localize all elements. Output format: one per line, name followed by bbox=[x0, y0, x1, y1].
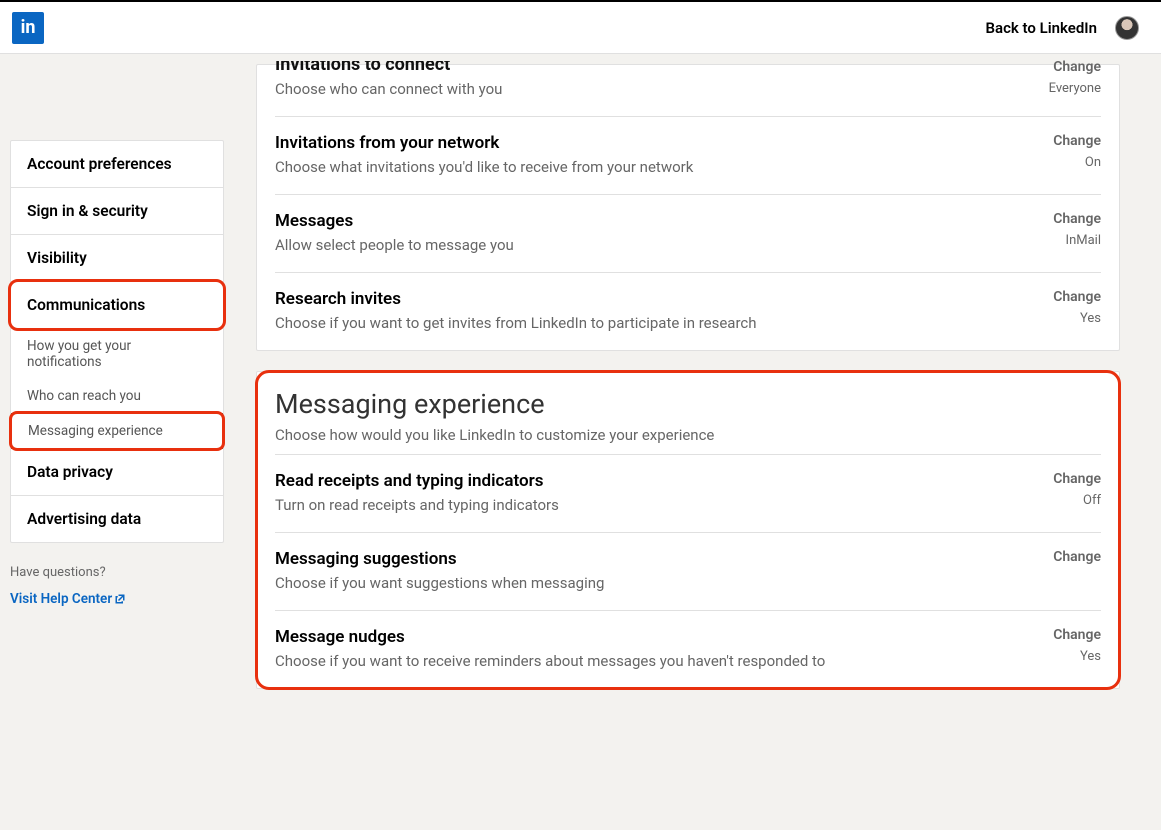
setting-research-invites[interactable]: Research invites Choose if you want to g… bbox=[275, 272, 1101, 350]
sidebar-item-advertising-data[interactable]: Advertising data bbox=[11, 496, 223, 542]
sidebar-nav: Account preferences Sign in & security V… bbox=[10, 140, 224, 543]
external-link-icon bbox=[114, 593, 126, 605]
change-link[interactable]: Change bbox=[1053, 211, 1101, 227]
setting-right: Change On bbox=[1053, 133, 1101, 170]
section-subtitle: Choose how would you like LinkedIn to cu… bbox=[275, 426, 1101, 444]
sidebar-item-data-privacy[interactable]: Data privacy bbox=[11, 449, 223, 496]
setting-value: On bbox=[1053, 155, 1101, 170]
help-section: Have questions? Visit Help Center bbox=[10, 565, 224, 607]
change-link[interactable]: Change bbox=[1053, 133, 1101, 149]
setting-right: Change Off bbox=[1053, 471, 1101, 508]
setting-title: Messages bbox=[275, 211, 1033, 231]
help-question: Have questions? bbox=[10, 565, 224, 580]
setting-value: Yes bbox=[1053, 649, 1101, 664]
sidebar-subitem-messaging-experience[interactable]: Messaging experience bbox=[11, 413, 223, 449]
setting-title: Invitations from your network bbox=[275, 133, 1033, 153]
section-header: Messaging experience Choose how would yo… bbox=[275, 372, 1101, 454]
setting-title: Read receipts and typing indicators bbox=[275, 471, 1033, 491]
change-link[interactable]: Change bbox=[1053, 627, 1101, 643]
setting-title: Message nudges bbox=[275, 627, 1033, 647]
main-content: Invitations to connect Choose who can co… bbox=[256, 64, 1120, 709]
sidebar-item-account-preferences[interactable]: Account preferences bbox=[11, 141, 223, 188]
setting-invitations-network[interactable]: Invitations from your network Choose wha… bbox=[275, 116, 1101, 194]
section-title: Messaging experience bbox=[275, 388, 1101, 420]
setting-desc: Choose if you want to receive reminders … bbox=[275, 651, 1033, 672]
setting-left: Choose who can connect with you bbox=[275, 79, 1049, 100]
sidebar-item-sign-in-security[interactable]: Sign in & security bbox=[11, 188, 223, 235]
sidebar-subitem-notifications[interactable]: How you get your notifications bbox=[11, 329, 223, 379]
setting-right: Change Yes bbox=[1053, 289, 1101, 326]
topbar: in Back to LinkedIn bbox=[0, 0, 1161, 54]
linkedin-logo[interactable]: in bbox=[12, 12, 44, 44]
setting-left: Invitations from your network Choose wha… bbox=[275, 133, 1053, 178]
setting-right: Change bbox=[1053, 549, 1101, 571]
setting-value: Everyone bbox=[1049, 81, 1101, 96]
setting-messaging-suggestions[interactable]: Messaging suggestions Choose if you want… bbox=[275, 532, 1101, 610]
change-link[interactable]: Change bbox=[1053, 549, 1101, 565]
setting-left: Messages Allow select people to message … bbox=[275, 211, 1053, 256]
setting-desc: Choose if you want to get invites from L… bbox=[275, 313, 1033, 334]
setting-message-nudges[interactable]: Message nudges Choose if you want to rec… bbox=[275, 610, 1101, 688]
avatar[interactable] bbox=[1115, 16, 1139, 40]
change-link[interactable]: Change bbox=[1053, 289, 1101, 305]
setting-title: Research invites bbox=[275, 289, 1033, 309]
setting-left: Messaging suggestions Choose if you want… bbox=[275, 549, 1053, 594]
setting-value: Yes bbox=[1053, 311, 1101, 326]
setting-desc: Choose if you want suggestions when mess… bbox=[275, 573, 1033, 594]
back-to-linkedin-link[interactable]: Back to LinkedIn bbox=[986, 19, 1097, 37]
sidebar: Account preferences Sign in & security V… bbox=[10, 64, 224, 709]
setting-left: Message nudges Choose if you want to rec… bbox=[275, 627, 1053, 672]
change-link[interactable]: Change bbox=[1053, 471, 1101, 487]
setting-title: Messaging suggestions bbox=[275, 549, 1033, 569]
setting-read-receipts[interactable]: Read receipts and typing indicators Turn… bbox=[275, 454, 1101, 532]
topbar-right: Back to LinkedIn bbox=[986, 16, 1139, 40]
change-link[interactable]: Change bbox=[1049, 59, 1101, 75]
setting-desc: Turn on read receipts and typing indicat… bbox=[275, 495, 1033, 516]
setting-left: Read receipts and typing indicators Turn… bbox=[275, 471, 1053, 516]
setting-value: InMail bbox=[1053, 233, 1101, 248]
setting-right: Change InMail bbox=[1053, 211, 1101, 248]
setting-messages[interactable]: Messages Allow select people to message … bbox=[275, 194, 1101, 272]
sidebar-subitems: How you get your notifications Who can r… bbox=[11, 329, 223, 449]
setting-value: Off bbox=[1053, 493, 1101, 508]
setting-desc: Choose who can connect with you bbox=[275, 79, 1029, 100]
setting-desc: Allow select people to message you bbox=[275, 235, 1033, 256]
sidebar-subitem-who-can-reach[interactable]: Who can reach you bbox=[11, 379, 223, 413]
setting-title-partial: Invitations to connect bbox=[275, 61, 1101, 79]
setting-desc: Choose what invitations you'd like to re… bbox=[275, 157, 1033, 178]
help-link-label: Visit Help Center bbox=[10, 591, 112, 607]
setting-right: Change Everyone bbox=[1049, 79, 1101, 96]
messaging-experience-card: Messaging experience Choose how would yo… bbox=[256, 371, 1120, 689]
setting-invitations-connect[interactable]: Choose who can connect with you Change E… bbox=[275, 79, 1101, 116]
sidebar-item-communications[interactable]: Communications bbox=[11, 282, 223, 329]
help-center-link[interactable]: Visit Help Center bbox=[10, 591, 126, 607]
setting-right: Change Yes bbox=[1053, 627, 1101, 664]
reach-section-card: Invitations to connect Choose who can co… bbox=[256, 64, 1120, 351]
sidebar-item-visibility[interactable]: Visibility bbox=[11, 235, 223, 282]
setting-left: Research invites Choose if you want to g… bbox=[275, 289, 1053, 334]
